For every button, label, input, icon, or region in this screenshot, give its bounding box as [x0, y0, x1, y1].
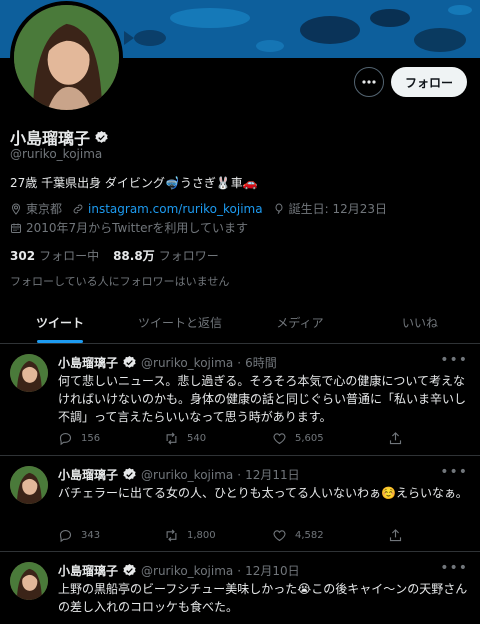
tweet-date[interactable]: 12月11日 — [245, 466, 300, 483]
tab-likes[interactable]: いいね — [360, 302, 480, 343]
tweet-author-handle: @ruriko_kojima — [141, 355, 234, 370]
share-button[interactable] — [388, 528, 403, 543]
reply-icon — [59, 432, 72, 446]
more-options-button[interactable] — [354, 67, 384, 97]
tweet-date[interactable]: 6時間 — [245, 354, 277, 371]
tweet-author-name[interactable]: 小島瑠璃子 — [58, 562, 118, 579]
tweet-more-button[interactable]: ••• — [440, 464, 468, 480]
mutual-followers-note: フォローしている人にフォロワーはいません — [10, 275, 230, 288]
verified-badge-icon — [95, 130, 108, 143]
tweet[interactable]: 小島瑠璃子 @ruriko_kojima · 12月10日 ••• 上野の黒船亭… — [0, 552, 480, 624]
follow-counts: 302 フォロー中 88.8万 フォロワー — [10, 247, 219, 264]
like-button[interactable]: 4,582 — [272, 528, 324, 543]
avatar[interactable] — [10, 466, 48, 504]
profile-website-link[interactable]: instagram.com/ruriko_kojima — [88, 202, 263, 216]
share-icon — [389, 432, 402, 445]
reply-icon — [59, 529, 72, 543]
tweet-header: 小島瑠璃子 @ruriko_kojima · 6時間 — [58, 354, 277, 371]
tweet-header: 小島瑠璃子 @ruriko_kojima · 12月11日 — [58, 466, 300, 483]
location-icon — [11, 202, 21, 215]
tweet-author-handle: @ruriko_kojima — [141, 467, 234, 482]
tweet-author-name[interactable]: 小島瑠璃子 — [58, 466, 118, 483]
profile-avatar[interactable] — [10, 1, 123, 114]
tweet-actions: 343 1,800 4,582 — [58, 528, 408, 546]
tweet-text: 何て悲しいニュース。悲し過ぎる。そろそろ本気で心の健康について考えなければいけな… — [58, 374, 467, 424]
like-button[interactable]: 5,605 — [272, 431, 324, 446]
profile-meta: 東京都 instagram.com/ruriko_kojima 誕生日: 12月… — [10, 200, 387, 217]
retweet-icon — [166, 432, 177, 445]
profile-tabs: ツイート ツイートと返信 メディア いいね — [0, 302, 480, 344]
tweet[interactable]: 小島瑠璃子 @ruriko_kojima · 6時間 ••• 何て悲しいニュース… — [0, 344, 480, 456]
tweet-author-name[interactable]: 小島瑠璃子 — [58, 354, 118, 371]
retweet-button[interactable]: 540 — [164, 431, 206, 446]
share-icon — [389, 529, 402, 542]
reply-button[interactable]: 156 — [58, 431, 100, 446]
profile-joined-row: 2010年7月からTwitterを利用しています — [10, 219, 248, 236]
profile-name: 小島瑠璃子 — [10, 129, 91, 148]
share-button[interactable] — [388, 431, 403, 446]
verified-badge-icon — [123, 355, 136, 368]
profile-name-row: 小島瑠璃子 — [10, 125, 109, 149]
tweet-date[interactable]: 12月10日 — [245, 562, 300, 579]
retweet-button[interactable]: 1,800 — [164, 528, 216, 543]
more-horizontal-icon — [362, 80, 376, 84]
tweet-actions: 156 540 5,605 — [58, 431, 408, 449]
tab-media[interactable]: メディア — [240, 302, 360, 343]
avatar[interactable] — [10, 354, 48, 392]
following-count-link[interactable]: 302 フォロー中 — [10, 247, 99, 264]
tab-tweets-and-replies[interactable]: ツイートと返信 — [120, 302, 240, 343]
balloon-icon — [275, 203, 283, 214]
tweet-header: 小島瑠璃子 @ruriko_kojima · 12月10日 — [58, 562, 300, 579]
profile-joined: 2010年7月からTwitterを利用しています — [26, 221, 249, 235]
link-icon — [73, 204, 83, 213]
avatar[interactable] — [10, 562, 48, 600]
verified-badge-icon — [123, 563, 136, 576]
tweet-text: 上野の黒船亭のビーフシチュー美味しかった😭この後キャイ〜ンの天野さんの差し入れの… — [58, 582, 468, 614]
tweet[interactable]: 小島瑠璃子 @ruriko_kojima · 12月11日 ••• バチェラーに… — [0, 456, 480, 552]
followers-count-link[interactable]: 88.8万 フォロワー — [113, 247, 219, 264]
tweet-more-button[interactable]: ••• — [440, 560, 468, 576]
tweet-author-handle: @ruriko_kojima — [141, 563, 234, 578]
follow-button[interactable]: フォロー — [391, 67, 467, 97]
profile-handle: @ruriko_kojima — [10, 147, 103, 161]
tweet-text: バチェラーに出てる女の人、ひとりも太ってる人いないわぁ☺️えらいなぁ。 — [58, 486, 468, 500]
calendar-icon — [11, 223, 21, 233]
profile-bio: 27歳 千葉県出身 ダイビング🤿うさぎ🐰車🚗 — [10, 176, 258, 190]
tweet-more-button[interactable]: ••• — [440, 352, 468, 368]
retweet-icon — [166, 529, 177, 542]
profile-birthday: 誕生日: 12月23日 — [288, 202, 387, 216]
heart-icon — [273, 530, 286, 542]
heart-icon — [273, 433, 286, 445]
reply-button[interactable]: 343 — [58, 528, 100, 543]
verified-badge-icon — [123, 467, 136, 480]
profile-location: 東京都 — [26, 202, 63, 216]
tab-tweets[interactable]: ツイート — [0, 302, 120, 343]
